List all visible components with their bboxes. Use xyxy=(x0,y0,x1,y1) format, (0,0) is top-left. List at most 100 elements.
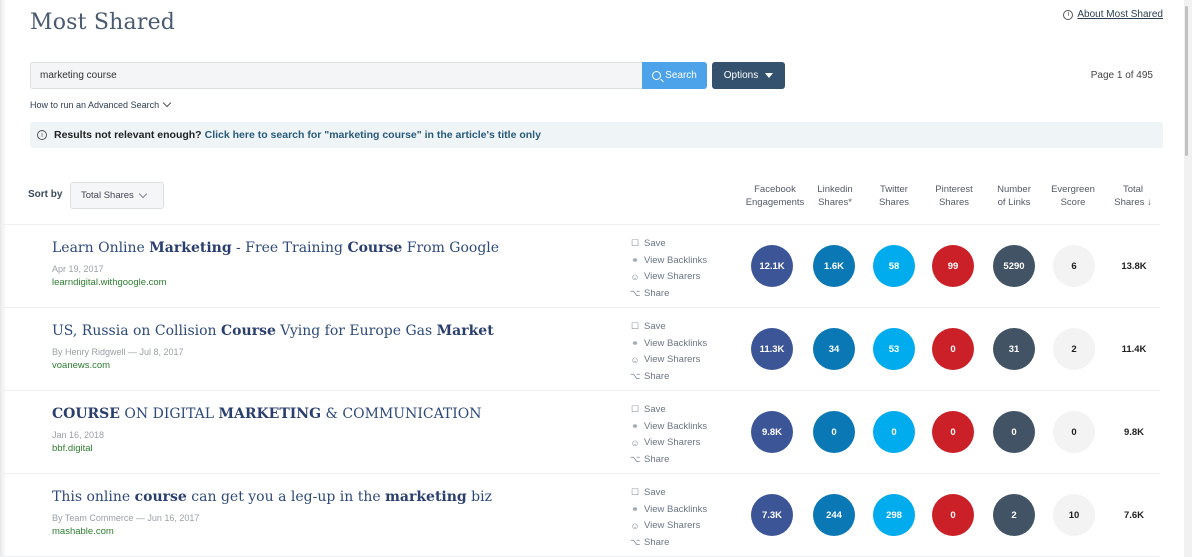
title-only-search-link[interactable]: Click here to search for "marketing cour… xyxy=(205,129,541,141)
sharers-action[interactable]: ☺ View Sharers xyxy=(630,434,707,451)
article-title-link[interactable]: COURSE ON DIGITAL MARKETING & COMMUNICAT… xyxy=(52,406,482,422)
user-icon: ☺ xyxy=(630,271,640,282)
title-keyword: Market xyxy=(436,323,494,339)
linkedin-count-badge[interactable]: 0 xyxy=(813,411,855,453)
title-text: US, Russia on Collision xyxy=(52,323,222,339)
about-most-shared-link[interactable]: i About Most Shared xyxy=(1063,9,1163,20)
facebook-count-badge[interactable]: 12.1K xyxy=(751,245,793,287)
article-meta: By Henry Ridgwell — Jul 8, 2017 xyxy=(52,347,184,357)
share-action[interactable]: ⌥ Share xyxy=(630,285,707,302)
save-action[interactable]: ☐ Save xyxy=(630,318,707,335)
twitter-count-badge[interactable]: 53 xyxy=(873,328,915,370)
sharers-action[interactable]: ☺ View Sharers xyxy=(630,517,707,534)
bookmark-icon: ☐ xyxy=(630,237,640,248)
title-text: Learn Online xyxy=(52,240,150,256)
article-domain-link[interactable]: bbf.digital xyxy=(52,443,93,454)
share-icon: ⌥ xyxy=(630,370,641,381)
bookmark-icon: ☐ xyxy=(630,403,640,414)
backlinks-action[interactable]: ⚭ View Backlinks xyxy=(630,418,707,435)
link-icon: ⚭ xyxy=(631,420,639,431)
linkedin-count-badge[interactable]: 244 xyxy=(813,494,855,536)
bookmark-icon: ☐ xyxy=(630,320,640,331)
share-action[interactable]: ⌥ Share xyxy=(630,534,707,551)
links-count-badge[interactable]: 0 xyxy=(993,411,1035,453)
pinterest-count-badge[interactable]: 0 xyxy=(932,411,974,453)
result-row: Learn Online Marketing - Free Training C… xyxy=(0,225,1160,308)
link-icon: ⚭ xyxy=(631,503,639,514)
save-action[interactable]: ☐ Save xyxy=(630,235,707,252)
action-label: Share xyxy=(644,370,670,382)
evergreen-count-badge: 10 xyxy=(1053,494,1095,536)
title-text: biz xyxy=(466,489,492,505)
vertical-scrollbar[interactable] xyxy=(1184,0,1192,557)
twitter-count-badge[interactable]: 58 xyxy=(873,245,915,287)
linkedin-count-badge[interactable]: 34 xyxy=(813,328,855,370)
save-action[interactable]: ☐ Save xyxy=(630,401,707,418)
chevron-down-icon xyxy=(162,98,172,108)
search-input[interactable]: marketing course xyxy=(30,62,642,89)
search-button[interactable]: Search xyxy=(642,62,707,89)
links-count-badge[interactable]: 2 xyxy=(993,494,1035,536)
notice-prefix: Results not relevant enough? xyxy=(54,129,202,141)
twitter-count-badge[interactable]: 298 xyxy=(873,494,915,536)
evergreen-count-badge: 2 xyxy=(1053,328,1095,370)
page-count: Page 1 of 495 xyxy=(1090,70,1153,81)
action-label: Share xyxy=(644,453,670,465)
scrollbar-thumb[interactable] xyxy=(1185,6,1188,156)
column-header-line: Shares ↓ xyxy=(1114,197,1152,208)
article-title-link[interactable]: Learn Online Marketing - Free Training C… xyxy=(52,240,499,256)
row-actions: ☐ Save ⚭ View Backlinks ☺ View Sharers ⌥ Share xyxy=(630,235,707,302)
total-shares-value: 9.8K xyxy=(1123,426,1145,438)
advanced-search-toggle[interactable]: How to run an Advanced Search xyxy=(30,98,172,110)
linkedin-count-badge[interactable]: 1.6K xyxy=(813,245,855,287)
title-text: & COMMUNICATION xyxy=(321,406,482,422)
share-action[interactable]: ⌥ Share xyxy=(630,451,707,468)
pinterest-count-badge[interactable]: 0 xyxy=(932,328,974,370)
title-keyword: Course xyxy=(347,240,403,256)
article-domain-link[interactable]: learndigital.withgoogle.com xyxy=(52,277,167,288)
article-meta: Jan 16, 2018 xyxy=(52,430,105,440)
options-button[interactable]: Options xyxy=(712,62,785,89)
evergreen-count-badge: 6 xyxy=(1053,245,1095,287)
article-meta: Apr 19, 2017 xyxy=(52,264,104,274)
sharers-action[interactable]: ☺ View Sharers xyxy=(630,351,707,368)
advanced-search-label: How to run an Advanced Search xyxy=(30,100,160,110)
pinterest-count-badge[interactable]: 99 xyxy=(932,245,974,287)
about-link-label: About Most Shared xyxy=(1077,9,1163,20)
total-shares-value: 11.4K xyxy=(1121,343,1147,355)
title-keyword: course xyxy=(134,489,187,505)
article-title-link[interactable]: This online course can get you a leg-up … xyxy=(52,489,492,505)
action-label: View Sharers xyxy=(644,354,701,366)
title-keyword: marketing xyxy=(385,489,467,505)
action-label: View Sharers xyxy=(644,271,701,283)
column-header-line: Total xyxy=(1122,184,1144,195)
relevance-notice: i Results not relevant enough? Click her… xyxy=(30,122,1163,148)
share-action[interactable]: ⌥ Share xyxy=(630,368,707,385)
action-label: Share xyxy=(644,287,670,299)
article-domain-link[interactable]: voanews.com xyxy=(52,360,110,371)
pinterest-count-badge[interactable]: 0 xyxy=(932,494,974,536)
backlinks-action[interactable]: ⚭ View Backlinks xyxy=(630,501,707,518)
action-label: View Sharers xyxy=(644,520,701,532)
sharers-action[interactable]: ☺ View Sharers xyxy=(630,268,707,285)
total-shares-value: 7.6K xyxy=(1123,509,1145,521)
sort-select[interactable]: Total Shares xyxy=(70,182,164,209)
facebook-count-badge[interactable]: 9.8K xyxy=(751,411,793,453)
title-keyword: MARKETING xyxy=(218,406,322,422)
backlinks-action[interactable]: ⚭ View Backlinks xyxy=(630,335,707,352)
article-title-link[interactable]: US, Russia on Collision Course Vying for… xyxy=(52,323,494,339)
links-count-badge[interactable]: 5290 xyxy=(993,245,1035,287)
facebook-count-badge[interactable]: 11.3K xyxy=(751,328,793,370)
facebook-count-badge[interactable]: 7.3K xyxy=(751,494,793,536)
share-icon: ⌥ xyxy=(630,536,641,547)
links-count-badge[interactable]: 31 xyxy=(993,328,1035,370)
backlinks-action[interactable]: ⚭ View Backlinks xyxy=(630,252,707,269)
action-label: Save xyxy=(644,403,666,415)
article-domain-link[interactable]: mashable.com xyxy=(52,526,114,537)
link-icon: ⚭ xyxy=(631,337,639,348)
save-action[interactable]: ☐ Save xyxy=(630,484,707,501)
twitter-count-badge[interactable]: 0 xyxy=(873,411,915,453)
action-label: View Backlinks xyxy=(644,503,708,515)
row-actions: ☐ Save ⚭ View Backlinks ☺ View Sharers ⌥ Share xyxy=(630,318,707,385)
column-header-total-shares[interactable]: Total Shares ↓ xyxy=(1098,183,1168,209)
